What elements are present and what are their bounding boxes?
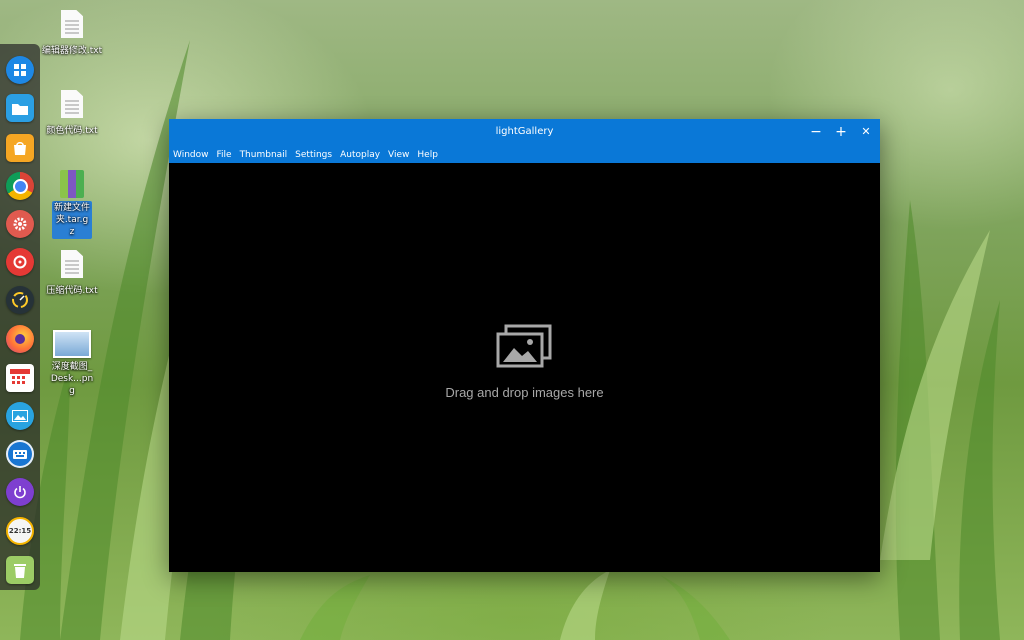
clock-icon[interactable]: 22:15 xyxy=(6,517,34,545)
music-icon[interactable] xyxy=(6,248,34,276)
text-file-icon xyxy=(61,250,83,278)
power-icon[interactable] xyxy=(6,478,34,506)
desktop-file-label: 编辑器修改.txt xyxy=(41,46,103,56)
desktop-file[interactable]: 颜色代码.txt xyxy=(40,90,104,137)
desktop-file[interactable]: 新建文件夹.tar.gz xyxy=(40,170,104,239)
desktop-file[interactable]: 深度截图_Desk...png xyxy=(40,330,104,397)
keyboard-icon[interactable] xyxy=(6,440,34,468)
calendar-icon[interactable] xyxy=(6,364,34,392)
drop-message: Drag and drop images here xyxy=(445,385,604,400)
settings-icon[interactable] xyxy=(6,210,34,238)
images-icon xyxy=(496,324,552,368)
launcher-icon[interactable] xyxy=(6,56,34,84)
titlebar[interactable]: lightGallery − + ✕ Window File Thumbnail… xyxy=(169,119,880,163)
image-viewer-icon[interactable] xyxy=(6,402,34,430)
desktop-file[interactable]: 压缩代码.txt xyxy=(40,250,104,297)
trash-icon[interactable] xyxy=(6,556,34,584)
menu-autoplay[interactable]: Autoplay xyxy=(340,149,380,163)
dock: 22:15 xyxy=(0,44,40,590)
desktop-file-label: 新建文件夹.tar.gz xyxy=(52,201,92,239)
firefox-icon[interactable] xyxy=(6,325,34,353)
menu-help[interactable]: Help xyxy=(417,149,438,163)
image-file-icon xyxy=(53,330,91,358)
text-file-icon xyxy=(61,10,83,38)
maximize-button[interactable]: + xyxy=(830,122,852,142)
menu-thumbnail[interactable]: Thumbnail xyxy=(240,149,288,163)
menu-bar: Window File Thumbnail Settings Autoplay … xyxy=(173,149,446,163)
clock-text: 22:15 xyxy=(8,527,32,535)
desktop-file-label: 压缩代码.txt xyxy=(46,286,98,296)
menu-view[interactable]: View xyxy=(388,149,409,163)
drop-zone[interactable]: Drag and drop images here xyxy=(169,163,880,572)
text-file-icon xyxy=(61,90,83,118)
speedometer-icon[interactable] xyxy=(6,286,34,314)
file-manager-icon[interactable] xyxy=(6,94,34,122)
app-store-icon[interactable] xyxy=(6,134,34,162)
menu-file[interactable]: File xyxy=(217,149,232,163)
desktop-file[interactable]: 编辑器修改.txt xyxy=(40,10,104,57)
chrome-icon[interactable] xyxy=(6,172,34,200)
archive-icon xyxy=(60,170,84,198)
close-button[interactable]: ✕ xyxy=(855,122,877,142)
menu-settings[interactable]: Settings xyxy=(295,149,332,163)
lightgallery-window: lightGallery − + ✕ Window File Thumbnail… xyxy=(169,119,880,572)
desktop-file-label: 颜色代码.txt xyxy=(46,126,98,136)
desktop-file-label: 深度截图_Desk...png xyxy=(50,362,94,396)
window-title: lightGallery xyxy=(495,126,554,137)
menu-window[interactable]: Window xyxy=(173,149,209,163)
minimize-button[interactable]: − xyxy=(805,122,827,142)
